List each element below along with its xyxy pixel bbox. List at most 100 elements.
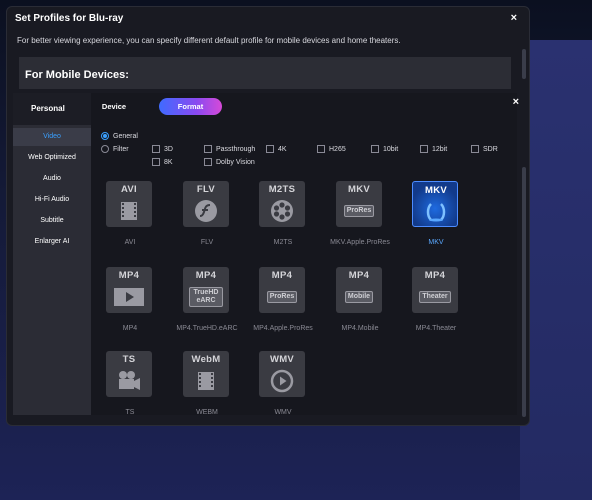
checkbox-icon xyxy=(152,158,160,166)
format-tag: FLV xyxy=(196,184,216,195)
format-box: WebM xyxy=(183,351,229,397)
format-name: AVI xyxy=(124,239,136,246)
format-box: M2TS xyxy=(259,181,305,227)
filter-radio[interactable]: Filter xyxy=(101,145,129,153)
checkbox-dolby-vision[interactable]: Dolby Vision xyxy=(204,158,255,166)
dialog-title: Set Profiles for Blu-ray xyxy=(15,13,124,24)
checkbox-icon xyxy=(204,145,212,153)
format-name: MKV xyxy=(428,239,444,246)
format-box: WMV xyxy=(259,351,305,397)
checkbox-3d[interactable]: 3D xyxy=(152,145,173,153)
film-strip-icon xyxy=(106,197,152,225)
sidebar-header: Personal xyxy=(13,93,91,125)
checkbox-icon xyxy=(420,145,428,153)
filter-label: Filter xyxy=(113,145,129,153)
sidebar-header-label: Personal xyxy=(31,104,65,113)
checkbox-icon xyxy=(266,145,274,153)
format-tag: MKV xyxy=(347,184,370,195)
format-tag: MP4 xyxy=(118,270,140,281)
flash-icon xyxy=(183,197,229,225)
prores-icon: ProRes xyxy=(259,283,305,311)
format-box: MP4 TrueHD eARC xyxy=(183,267,229,313)
camera-icon xyxy=(106,367,152,395)
format-box: MKV xyxy=(412,181,458,227)
format-name: MP4.Theater xyxy=(415,325,457,332)
sidebar-item-enlarger-ai[interactable]: Enlarger AI xyxy=(13,233,91,251)
format-content: Device Format General Filter 3D Passthro… xyxy=(91,93,517,416)
format-box: MP4 xyxy=(106,267,152,313)
checkbox-h265[interactable]: H265 xyxy=(317,145,346,153)
tab-device[interactable]: Device xyxy=(99,98,129,115)
radio-icon xyxy=(101,145,109,153)
format-sub-badge: TrueHD eARC xyxy=(189,287,223,307)
checkbox-10bit[interactable]: 10bit xyxy=(371,145,398,153)
close-icon[interactable]: × xyxy=(511,12,517,24)
checkbox-icon xyxy=(152,145,160,153)
format-name: MP4.TrueHD.eARC xyxy=(176,325,238,332)
format-name: M2TS xyxy=(273,239,293,246)
checkbox-4k-label: 4K xyxy=(278,145,287,153)
mkv-icon xyxy=(413,198,457,226)
format-name: MP4 xyxy=(122,325,138,332)
background-stripe xyxy=(520,40,592,500)
general-label: General xyxy=(113,132,138,140)
format-tag: M2TS xyxy=(268,184,296,195)
checkbox-12bit-label: 12bit xyxy=(432,145,448,153)
sidebar-list: Video Web Optimized Audio Hi-Fi Audio Su… xyxy=(13,125,91,415)
format-box: TS xyxy=(106,351,152,397)
theater-icon: Theater xyxy=(412,283,458,311)
sidebar-item-video[interactable]: Video xyxy=(13,128,91,146)
format-sub-badge: ProRes xyxy=(343,205,375,217)
format-name: MP4.Apple.ProRes xyxy=(253,325,313,332)
tab-format[interactable]: Format xyxy=(159,98,222,115)
close-icon[interactable]: × xyxy=(513,96,519,108)
truehd-icon: TrueHD eARC xyxy=(183,283,229,311)
play-icon xyxy=(106,283,152,311)
format-tag: MP4 xyxy=(348,270,370,281)
format-box: MP4 Theater xyxy=(412,267,458,313)
format-name: FLV xyxy=(200,239,214,246)
radio-selected-icon xyxy=(101,132,109,140)
format-name: TS xyxy=(125,409,135,416)
set-profiles-dialog: Set Profiles for Blu-ray × For better vi… xyxy=(6,6,530,426)
format-box: MKV ProRes xyxy=(336,181,382,227)
format-name: MP4.Mobile xyxy=(341,325,379,332)
checkbox-8k[interactable]: 8K xyxy=(152,158,173,166)
sidebar: Personal Video Web Optimized Audio Hi-Fi… xyxy=(13,93,91,415)
format-tag: MP4 xyxy=(271,270,293,281)
format-tag: WMV xyxy=(269,354,295,365)
play-circle-icon xyxy=(259,367,305,395)
format-box: FLV xyxy=(183,181,229,227)
sidebar-item-subtitle[interactable]: Subtitle xyxy=(13,212,91,230)
film-reel-icon xyxy=(259,197,305,225)
dialog-description: For better viewing experience, you can s… xyxy=(17,36,401,45)
mobile-icon: Mobile xyxy=(336,283,382,311)
general-radio[interactable]: General xyxy=(101,132,138,140)
checkbox-sdr-label: SDR xyxy=(483,145,498,153)
scrollbar[interactable] xyxy=(522,167,526,417)
format-sub-badge: Mobile xyxy=(344,291,374,303)
checkbox-sdr[interactable]: SDR xyxy=(471,145,498,153)
format-tag: WebM xyxy=(191,354,221,365)
sidebar-item-web-optimized[interactable]: Web Optimized xyxy=(13,149,91,167)
checkbox-icon xyxy=(317,145,325,153)
format-box: AVI xyxy=(106,181,152,227)
checkbox-4k[interactable]: 4K xyxy=(266,145,287,153)
sidebar-item-audio[interactable]: Audio xyxy=(13,170,91,188)
checkbox-passthrough[interactable]: Passthrough xyxy=(204,145,255,153)
checkbox-dolby-vision-label: Dolby Vision xyxy=(216,158,255,166)
checkbox-icon xyxy=(204,158,212,166)
sidebar-item-hi-fi-audio[interactable]: Hi-Fi Audio xyxy=(13,191,91,209)
format-name: WEBM xyxy=(196,409,218,416)
scrollbar[interactable] xyxy=(522,49,526,79)
format-sub-badge: Theater xyxy=(419,291,451,303)
format-tag: TS xyxy=(122,354,136,365)
format-box: MP4 Mobile xyxy=(336,267,382,313)
checkbox-10bit-label: 10bit xyxy=(383,145,399,153)
film-strip-icon xyxy=(183,367,229,395)
format-tag: MKV xyxy=(424,185,447,196)
format-name: WMV xyxy=(274,409,292,416)
profile-panel: Personal Video Web Optimized Audio Hi-Fi… xyxy=(13,93,517,416)
checkbox-icon xyxy=(371,145,379,153)
checkbox-12bit[interactable]: 12bit xyxy=(420,145,447,153)
